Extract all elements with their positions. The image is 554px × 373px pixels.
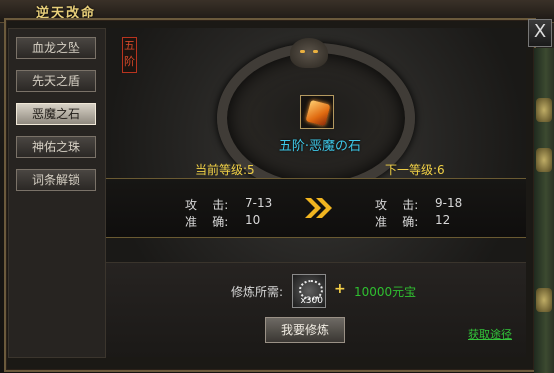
next-level-label: 下一等级:6 [385, 163, 445, 177]
window-frame: 逆天改命 X 血龙之坠 先天之盾 恶魔之石 神佑之珠 词条解锁 五阶 五阶·恶魔… [0, 0, 554, 373]
get-source-link[interactable]: 获取途径 [468, 326, 512, 342]
side-menu-icon[interactable] [536, 288, 552, 312]
material-count: x300 [300, 296, 323, 306]
tier-badge: 五阶 [122, 37, 137, 73]
next-attack-name: 攻 击: [375, 198, 419, 212]
next-accuracy-value: 12 [435, 213, 451, 227]
current-accuracy-value: 10 [245, 213, 261, 227]
current-attack-name: 攻 击: [185, 198, 229, 212]
sidebar: 血龙之坠 先天之盾 恶魔之石 神佑之珠 词条解锁 [8, 28, 106, 358]
current-level-label: 当前等级:5 [195, 163, 255, 177]
sidebar-item-demon-stone[interactable]: 恶魔之石 [16, 103, 96, 125]
dragon-eye-icon [313, 50, 318, 53]
side-menu-icon[interactable] [536, 148, 552, 172]
sidebar-item-innate-shield[interactable]: 先天之盾 [16, 70, 96, 92]
side-menu-icon[interactable] [536, 98, 552, 122]
refine-button[interactable]: 我要修炼 [265, 317, 345, 343]
dragon-eye-icon [300, 50, 305, 53]
sidebar-item-affix-unlock[interactable]: 词条解锁 [16, 169, 96, 191]
material-slot[interactable]: x300 [292, 274, 326, 308]
demon-stone-icon [305, 99, 331, 127]
next-attack-value: 9-18 [435, 196, 463, 210]
sidebar-item-divine-pearl[interactable]: 神佑之珠 [16, 136, 96, 158]
sidebar-item-blood-dragon[interactable]: 血龙之坠 [16, 37, 96, 59]
item-slot[interactable] [300, 95, 334, 129]
current-accuracy-name: 准 确: [185, 215, 229, 229]
right-side-strip [534, 48, 554, 373]
upgrade-arrow-icon [305, 198, 332, 218]
close-button[interactable]: X [528, 19, 552, 47]
current-attack-value: 7-13 [245, 196, 273, 210]
item-name: 五阶·恶魔の石 [278, 139, 362, 154]
gold-cost: 10000元宝 [354, 285, 417, 299]
next-accuracy-name: 准 确: [375, 215, 419, 229]
requirement-label: 修炼所需: [231, 285, 284, 299]
plus-sign: + [334, 281, 346, 297]
dragon-head-icon [290, 38, 328, 68]
